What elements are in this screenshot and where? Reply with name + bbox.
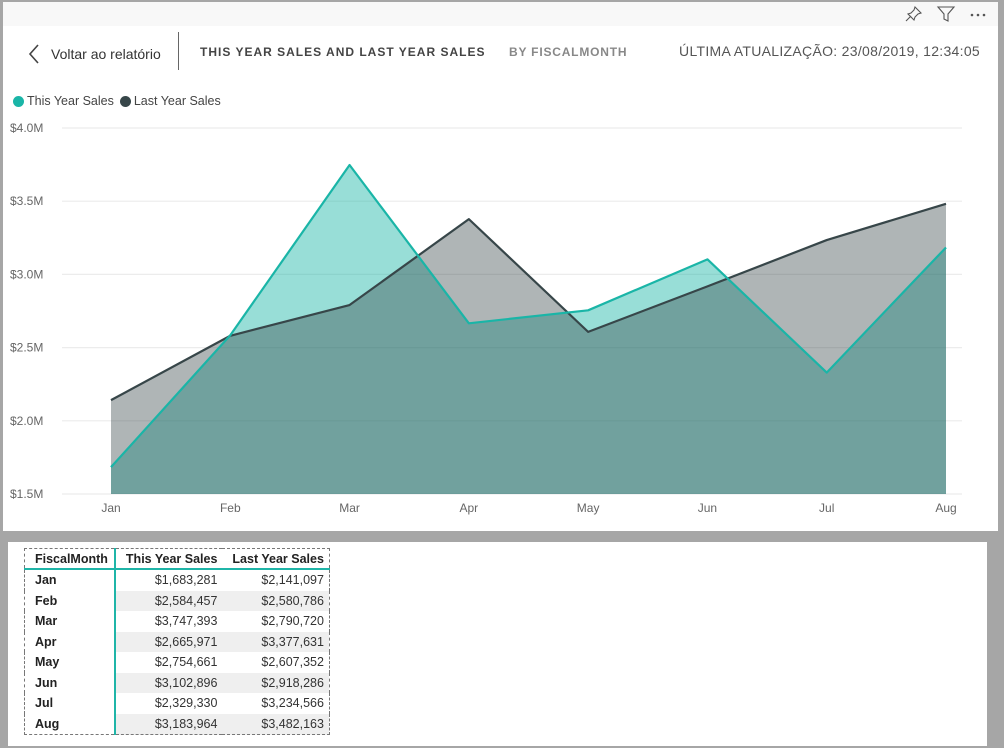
point-this-year-sales xyxy=(825,371,829,375)
table-row: Aug $3,183,964 $3,482,163 xyxy=(24,713,330,735)
y-tick-label: $1.5M xyxy=(10,487,43,501)
x-tick-label: Jun xyxy=(698,501,717,515)
cell-last-year: $2,790,720 xyxy=(261,614,324,629)
point-last-year-sales xyxy=(705,284,709,288)
cell-this-year: $2,754,661 xyxy=(154,655,218,670)
y-tick-label: $2.5M xyxy=(10,341,43,355)
x-tick-label: Apr xyxy=(460,501,479,515)
table-row: Mar $3,747,393 $2,790,720 xyxy=(24,611,330,632)
data-table: FiscalMonth This Year Sales Last Year Sa… xyxy=(24,548,330,735)
cell-this-year: $2,584,457 xyxy=(114,590,223,611)
point-last-year-sales xyxy=(586,330,590,334)
filter-icon[interactable] xyxy=(936,5,956,23)
area-chart: $1.5M $2.0M $2.5M $3.0M $3.5M $4.0M Jan Feb Mar A… xyxy=(10,121,962,515)
cell-month: Apr xyxy=(24,631,116,652)
cell-this-year: $2,665,971 xyxy=(114,631,223,652)
cell-last-year: $3,482,163 xyxy=(222,713,330,735)
right-gutter xyxy=(987,531,998,746)
more-options-icon[interactable] xyxy=(968,5,988,23)
cell-last-year: $2,141,097 xyxy=(261,573,324,588)
pin-icon[interactable] xyxy=(904,5,924,23)
cell-last-year: $2,580,786 xyxy=(222,590,330,611)
x-tick-label: Jan xyxy=(101,501,120,515)
table-header-row: FiscalMonth This Year Sales Last Year Sa… xyxy=(24,548,330,570)
point-this-year-sales xyxy=(586,308,590,312)
point-last-year-sales xyxy=(825,238,829,242)
y-tick-label: $2.0M xyxy=(10,414,43,428)
table-panel: FiscalMonth This Year Sales Last Year Sa… xyxy=(8,542,987,746)
x-tick-label: Mar xyxy=(339,501,360,515)
chart-visual: Voltar ao relatório THIS YEAR SALES AND … xyxy=(3,26,998,531)
y-tick-label: $4.0M xyxy=(10,121,43,135)
cell-this-year: $1,683,281 xyxy=(154,573,218,588)
point-this-year-sales xyxy=(944,245,948,249)
x-tick-label: Aug xyxy=(935,501,956,515)
cell-this-year: $3,747,393 xyxy=(154,614,218,629)
point-this-year-sales xyxy=(705,257,709,261)
column-header[interactable]: Last Year Sales xyxy=(222,548,330,570)
point-this-year-sales xyxy=(348,163,352,167)
cell-last-year: $3,234,566 xyxy=(261,696,324,711)
cell-month: Jun xyxy=(24,672,116,693)
point-last-year-sales xyxy=(348,303,352,307)
x-tick-label: May xyxy=(577,501,600,515)
table-row: May $2,754,661 $2,607,352 xyxy=(24,652,330,673)
cell-this-year: $2,329,330 xyxy=(154,696,218,711)
column-header[interactable]: FiscalMonth xyxy=(24,548,116,570)
table-row: Jun $3,102,896 $2,918,286 xyxy=(24,672,330,693)
cell-this-year: $3,102,896 xyxy=(114,672,223,693)
point-last-year-sales xyxy=(109,398,113,402)
point-last-year-sales xyxy=(944,202,948,206)
cell-month: Aug xyxy=(24,713,116,735)
visual-toolbar xyxy=(3,2,998,26)
point-last-year-sales xyxy=(467,217,471,221)
cell-this-year: $3,183,964 xyxy=(114,713,223,735)
column-header[interactable]: This Year Sales xyxy=(114,548,223,570)
cell-last-year: $2,607,352 xyxy=(261,655,324,670)
y-tick-label: $3.5M xyxy=(10,194,43,208)
table-row: Apr $2,665,971 $3,377,631 xyxy=(24,631,330,652)
cell-month: May xyxy=(24,652,116,673)
table-row: Jul $2,329,330 $3,234,566 xyxy=(24,693,330,714)
x-tick-label: Feb xyxy=(220,501,241,515)
cell-last-year: $2,918,286 xyxy=(222,672,330,693)
cell-month: Jan xyxy=(24,569,116,591)
cell-month: Mar xyxy=(24,611,116,632)
cell-month: Feb xyxy=(24,590,116,611)
cell-last-year: $3,377,631 xyxy=(222,631,330,652)
table-row: Feb $2,584,457 $2,580,786 xyxy=(24,590,330,611)
table-row: Jan $1,683,281 $2,141,097 xyxy=(24,569,330,591)
cell-month: Jul xyxy=(24,693,116,714)
y-tick-label: $3.0M xyxy=(10,267,43,281)
point-last-year-sales xyxy=(228,334,232,338)
point-this-year-sales xyxy=(467,321,471,325)
x-tick-label: Jul xyxy=(819,501,834,515)
area-last-year-sales xyxy=(111,203,946,494)
point-this-year-sales xyxy=(109,465,113,469)
